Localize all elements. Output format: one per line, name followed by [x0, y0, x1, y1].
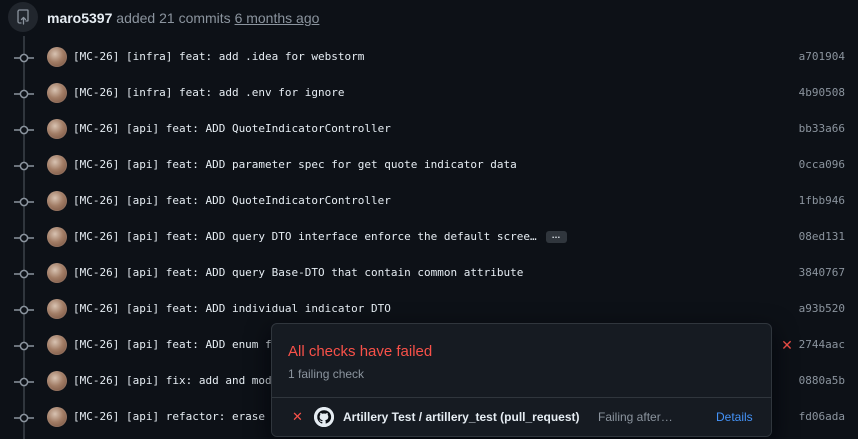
- avatar[interactable]: [47, 191, 67, 211]
- git-commit-icon: [14, 233, 34, 243]
- avatar[interactable]: [47, 371, 67, 391]
- check-run-row: ✕ Artillery Test / artillery_test (pull_…: [272, 397, 771, 436]
- git-commit-icon: [14, 53, 34, 63]
- avatar[interactable]: [47, 155, 67, 175]
- git-commit-icon: [14, 197, 34, 207]
- git-commit-icon: [14, 305, 34, 315]
- commit-sha-link[interactable]: fd06ada: [799, 409, 845, 425]
- commit-message-link[interactable]: [MC-26] [api] fix: add and mod: [73, 373, 272, 389]
- avatar[interactable]: [47, 335, 67, 355]
- avatar[interactable]: [47, 407, 67, 427]
- commit-message-link[interactable]: [MC-26] [api] feat: ADD parameter spec f…: [73, 157, 517, 173]
- push-event-header: maro5397 added 21 commits 6 months ago: [0, 0, 858, 36]
- commit-timeline-page: maro5397 added 21 commits 6 months ago […: [0, 0, 858, 439]
- commit-row: [MC-26] [api] feat: ADD QuoteIndicatorCo…: [0, 184, 858, 220]
- check-details-link[interactable]: Details: [716, 409, 753, 425]
- checks-summary-title: All checks have failed: [288, 343, 433, 360]
- commit-row: [MC-26] [infra] feat: add .idea for webs…: [0, 40, 858, 76]
- checks-popover: All checks have failed 1 failing check ✕…: [271, 323, 772, 437]
- avatar[interactable]: [47, 119, 67, 139]
- avatar[interactable]: [47, 227, 67, 247]
- checks-summary-count: 1 failing check: [288, 367, 365, 381]
- push-summary: maro5397 added 21 commits 6 months ago: [47, 9, 319, 27]
- commit-message-link[interactable]: [MC-26] [api] feat: ADD enum f: [73, 337, 272, 353]
- commit-message-link[interactable]: [MC-26] [api] refactor: erase: [73, 409, 265, 425]
- avatar[interactable]: [47, 47, 67, 67]
- check-run-status: Failing after…: [598, 410, 673, 424]
- commit-message-link[interactable]: [MC-26] [infra] feat: add .idea for webs…: [73, 49, 364, 65]
- git-commit-icon: [14, 341, 34, 351]
- repo-push-icon: [8, 2, 38, 32]
- avatar[interactable]: [47, 263, 67, 283]
- commit-row: [MC-26] [api] feat: ADD parameter spec f…: [0, 148, 858, 184]
- commit-sha-link[interactable]: a93b520: [799, 301, 845, 317]
- git-commit-icon: [14, 413, 34, 423]
- x-icon[interactable]: ✕: [780, 337, 794, 353]
- commit-message-link[interactable]: [MC-26] [api] feat: ADD individual indic…: [73, 301, 391, 317]
- git-commit-icon: [14, 377, 34, 387]
- commit-sha-link[interactable]: 4b90508: [799, 85, 845, 101]
- relative-time-link[interactable]: 6 months ago: [235, 10, 320, 26]
- commit-message-link[interactable]: [MC-26] [api] feat: ADD query DTO interf…: [73, 229, 537, 245]
- github-icon: [314, 407, 334, 427]
- commit-sha-link[interactable]: bb33a66: [799, 121, 845, 137]
- commit-message-link[interactable]: [MC-26] [infra] feat: add .env for ignor…: [73, 85, 345, 101]
- repo-push-icon-svg: [17, 9, 29, 25]
- commit-sha-link[interactable]: 1fbb946: [799, 193, 845, 209]
- github-icon-svg: [314, 407, 334, 427]
- commit-row: [MC-26] [api] feat: ADD query DTO interf…: [0, 220, 858, 256]
- git-commit-icon: [14, 269, 34, 279]
- git-commit-icon: [14, 89, 34, 99]
- git-commit-icon: [14, 125, 34, 135]
- commit-message-link[interactable]: [MC-26] [api] feat: ADD QuoteIndicatorCo…: [73, 193, 391, 209]
- commit-row: [MC-26] [infra] feat: add .env for ignor…: [0, 76, 858, 112]
- commit-row: [MC-26] [api] feat: ADD QuoteIndicatorCo…: [0, 112, 858, 148]
- git-commit-icon: [14, 161, 34, 171]
- commit-message-link[interactable]: [MC-26] [api] feat: ADD QuoteIndicatorCo…: [73, 121, 391, 137]
- commit-row: [MC-26] [api] feat: ADD query Base-DTO t…: [0, 256, 858, 292]
- commit-sha-link[interactable]: a701904: [799, 49, 845, 65]
- author-link[interactable]: maro5397: [47, 10, 112, 26]
- commit-sha-link[interactable]: 2744aac: [799, 337, 845, 353]
- x-icon: ✕: [292, 409, 303, 424]
- commit-sha-link[interactable]: 0cca096: [799, 157, 845, 173]
- checks-popover-header: All checks have failed 1 failing check: [272, 324, 771, 395]
- avatar[interactable]: [47, 83, 67, 103]
- expand-commit-message-button[interactable]: …: [546, 231, 567, 243]
- push-action-text: added 21 commits: [112, 10, 235, 26]
- commit-sha-link[interactable]: 3840767: [799, 265, 845, 281]
- commit-message-link[interactable]: [MC-26] [api] feat: ADD query Base-DTO t…: [73, 265, 523, 281]
- check-run-name[interactable]: Artillery Test / artillery_test (pull_re…: [343, 409, 580, 425]
- commit-sha-link[interactable]: 08ed131: [799, 229, 845, 245]
- avatar[interactable]: [47, 299, 67, 319]
- commit-sha-link[interactable]: 0880a5b: [799, 373, 845, 389]
